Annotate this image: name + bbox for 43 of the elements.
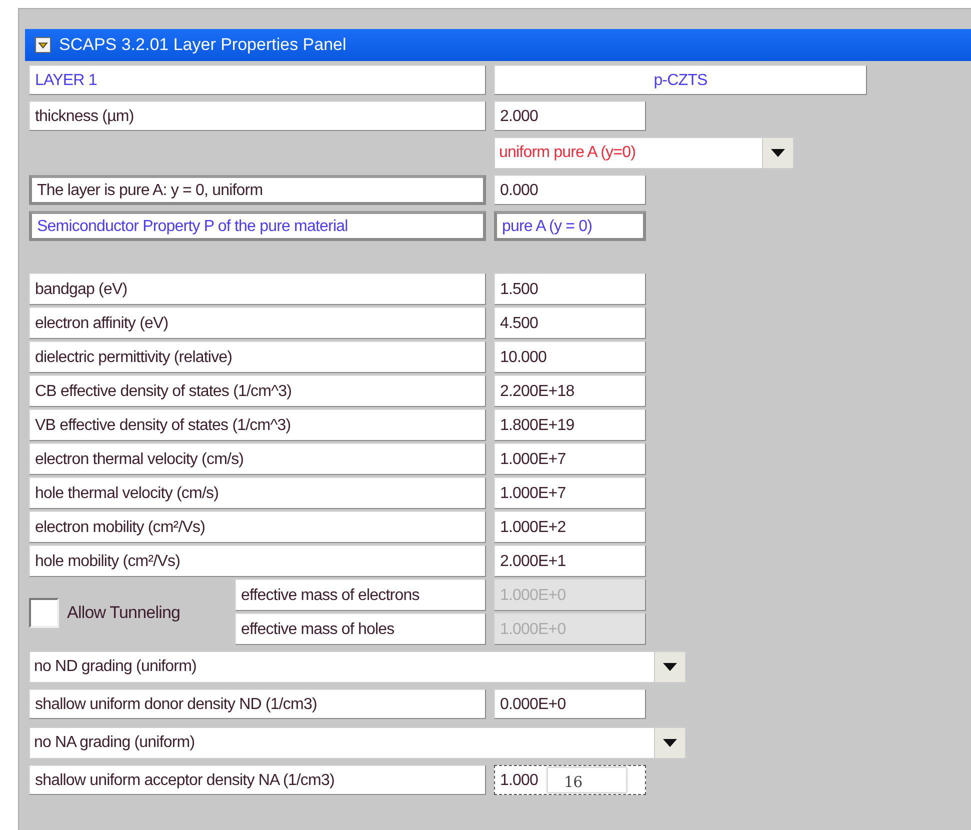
property-label: CB effective density of states (1/cm^3) bbox=[29, 375, 486, 407]
property-label: electron mobility (cm²/Vs) bbox=[29, 511, 486, 543]
exponent-field[interactable]: 16 bbox=[547, 767, 627, 793]
property-heading: Semiconductor Property P of the pure material bbox=[29, 211, 486, 241]
tunneling-label: Allow Tunneling bbox=[67, 603, 180, 623]
property-field[interactable]: 1.500 bbox=[494, 273, 646, 305]
mass-label: effective mass of electrons bbox=[235, 579, 486, 611]
property-field[interactable]: 4.500 bbox=[494, 307, 646, 339]
property-label: electron thermal velocity (cm/s) bbox=[29, 443, 486, 475]
property-label: bandgap (eV) bbox=[29, 273, 486, 305]
app-icon bbox=[35, 37, 51, 53]
thickness-label: thickness (µm) bbox=[29, 101, 486, 131]
dropdown-arrow-icon bbox=[663, 663, 677, 671]
donor-grading-dropdown[interactable]: no ND grading (uniform) bbox=[29, 651, 686, 683]
property-value: pure A (y = 0) bbox=[494, 211, 646, 241]
property-label: hole thermal velocity (cm/s) bbox=[29, 477, 486, 509]
layer-label: LAYER 1 bbox=[29, 65, 486, 95]
donor-density-label: shallow uniform donor density ND (1/cm3) bbox=[29, 689, 486, 719]
donor-density-field[interactable]: 0.000E+0 bbox=[494, 689, 646, 719]
property-label: electron affinity (eV) bbox=[29, 307, 486, 339]
grading-dropdown[interactable]: uniform pure A (y=0) bbox=[494, 137, 794, 169]
property-field[interactable]: 1.000E+7 bbox=[494, 477, 646, 509]
mass-label: effective mass of holes bbox=[235, 613, 486, 645]
acceptor-grading-dropdown[interactable]: no NA grading (uniform) bbox=[29, 727, 686, 759]
property-label: VB effective density of states (1/cm^3) bbox=[29, 409, 486, 441]
property-field[interactable]: 10.000 bbox=[494, 341, 646, 373]
dropdown-arrow-icon bbox=[663, 739, 677, 747]
window-title: SCAPS 3.2.01 Layer Properties Panel bbox=[59, 35, 346, 55]
thickness-field[interactable]: 2.000 bbox=[494, 101, 646, 131]
property-field[interactable]: 1.800E+19 bbox=[494, 409, 646, 441]
layer-name-field[interactable]: p-CZTS bbox=[494, 65, 867, 95]
property-field[interactable]: 1.000E+7 bbox=[494, 443, 646, 475]
tunneling-checkbox[interactable] bbox=[29, 598, 59, 628]
property-field[interactable]: 1.000E+2 bbox=[494, 511, 646, 543]
property-field[interactable]: 2.200E+18 bbox=[494, 375, 646, 407]
property-label: hole mobility (cm²/Vs) bbox=[29, 545, 486, 577]
composition-description: The layer is pure A: y = 0, uniform bbox=[29, 175, 486, 205]
property-field[interactable]: 2.000E+1 bbox=[494, 545, 646, 577]
property-label: dielectric permittivity (relative) bbox=[29, 341, 486, 373]
dropdown-arrow-icon bbox=[771, 149, 785, 157]
composition-field[interactable]: 0.000 bbox=[494, 175, 646, 205]
acceptor-density-field[interactable]: 1.000 16 bbox=[494, 765, 646, 795]
acceptor-density-label: shallow uniform acceptor density NA (1/cm3) bbox=[29, 765, 486, 795]
